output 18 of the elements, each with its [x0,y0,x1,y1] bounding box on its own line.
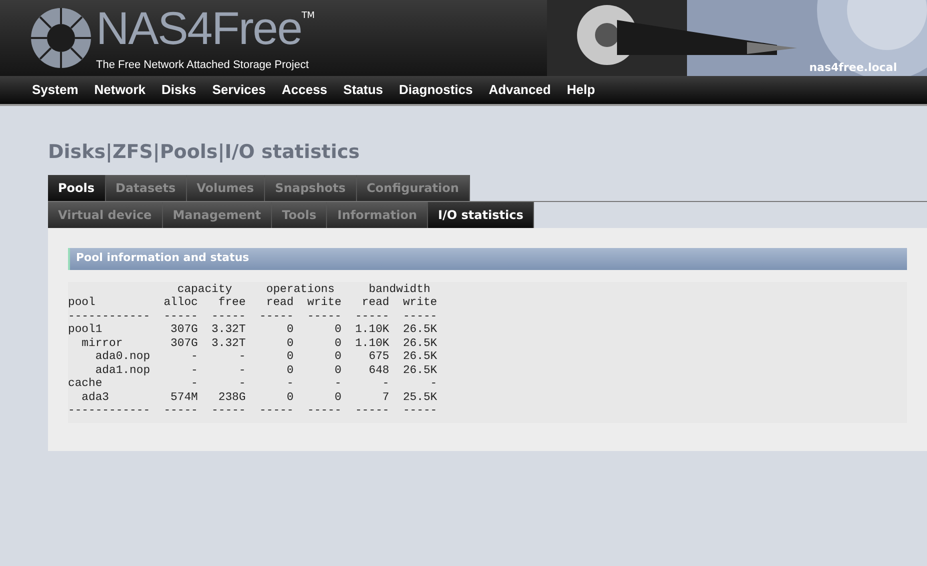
nav-link[interactable]: Access [274,80,336,100]
tagline-text: The Free Network Attached Storage Project [96,58,309,73]
nav-link[interactable]: Help [558,80,604,100]
tab[interactable]: I/O statistics [428,202,534,228]
nav-link[interactable]: Status [335,80,392,100]
section-title: Pool information and status [68,248,907,270]
nav-link[interactable]: Diagnostics [391,80,481,100]
tab[interactable]: Pools [48,174,106,200]
nav-link[interactable]: System [24,80,86,100]
nav-link[interactable]: Advanced [480,80,559,100]
page-title: Disks|ZFS|Pools|I/O statistics [48,140,361,165]
hostname-text: nas4free.local [809,60,897,76]
logo-text: NAS4Free [96,2,302,54]
nav-link[interactable]: Services [204,80,274,100]
iostat-output: capacity operations bandwidth pool alloc free read write read write ------------ ----- ----- ----- ----- ----- ----- pool1 307G 3.32T 0 0 1.10K 26.5K mirror 307G 3.32T 0 0 1.10K 26.5K ada0.nop - - 0 0 675 26.5K ada1.nop - - 0 0 648 26.5K cache - - - - - - ada3 574M 238G 0 0 7 25.5K ------------ ----- ----- ----- ----- ----- ----- [68,282,907,422]
nav-link[interactable]: Network [86,80,154,100]
nav-link[interactable]: Disks [154,80,204,100]
trademark-text: TM [302,10,315,23]
